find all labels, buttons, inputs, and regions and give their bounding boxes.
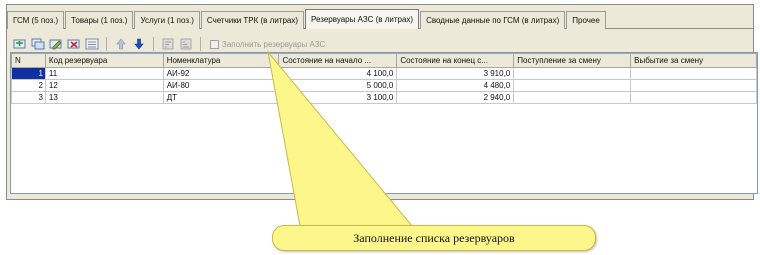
callout-tooltip: Заполнение списка резервуаров — [272, 225, 596, 251]
callout-text: Заполнение списка резервуаров — [353, 231, 515, 245]
callout-pointer — [267, 50, 414, 227]
